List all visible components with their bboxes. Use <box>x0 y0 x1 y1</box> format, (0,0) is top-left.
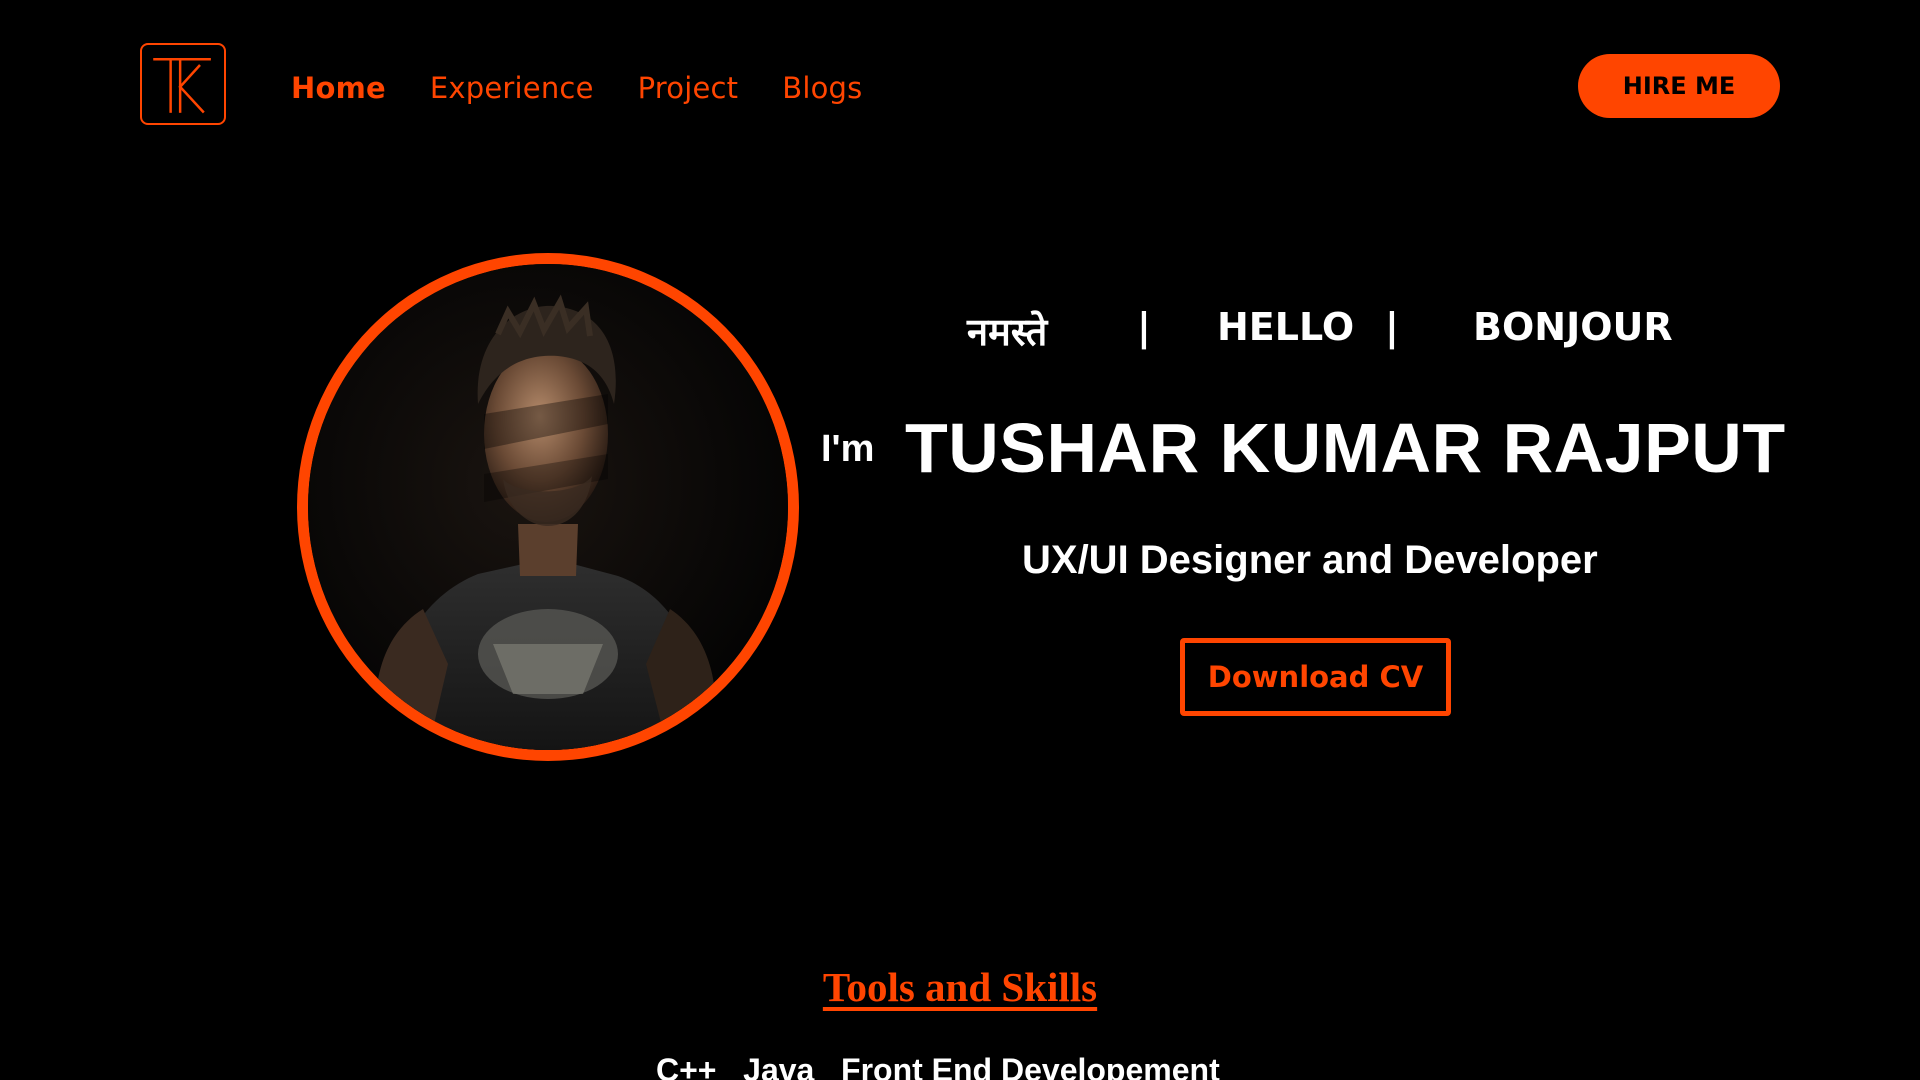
nav-blogs[interactable]: Blogs <box>782 71 862 105</box>
profile-photo-image <box>308 264 788 750</box>
intro-label: I'm <box>821 428 875 470</box>
skills-heading: Tools and Skills <box>0 963 1920 1011</box>
greeting-hindi: नमस्ते <box>967 310 1048 354</box>
download-cv-button[interactable]: Download CV <box>1180 638 1451 716</box>
main-nav: Home Experience Project Blogs <box>291 66 862 110</box>
role-title: UX/UI Designer and Developer <box>1022 538 1598 582</box>
skills-list: C++ Java Front End Developement <box>656 1052 1220 1080</box>
tk-monogram-icon <box>153 58 211 114</box>
logo[interactable] <box>140 43 226 125</box>
nav-home[interactable]: Home <box>291 71 386 105</box>
greeting-english: HELLO <box>1217 305 1355 349</box>
profile-photo <box>297 253 799 761</box>
greeting-french: BONJOUR <box>1473 305 1673 349</box>
greeting-separator: | <box>1385 305 1399 349</box>
hire-me-button[interactable]: HIRE ME <box>1578 54 1780 118</box>
greeting-line: नमस्ते | HELLO | BONJOUR <box>955 305 1675 365</box>
nav-experience[interactable]: Experience <box>430 71 594 105</box>
nav-project[interactable]: Project <box>638 71 739 105</box>
skills-heading-text: Tools and Skills <box>822 964 1098 1010</box>
greeting-separator: | <box>1137 305 1151 349</box>
person-name: TUSHAR KUMAR RAJPUT <box>905 409 1786 487</box>
